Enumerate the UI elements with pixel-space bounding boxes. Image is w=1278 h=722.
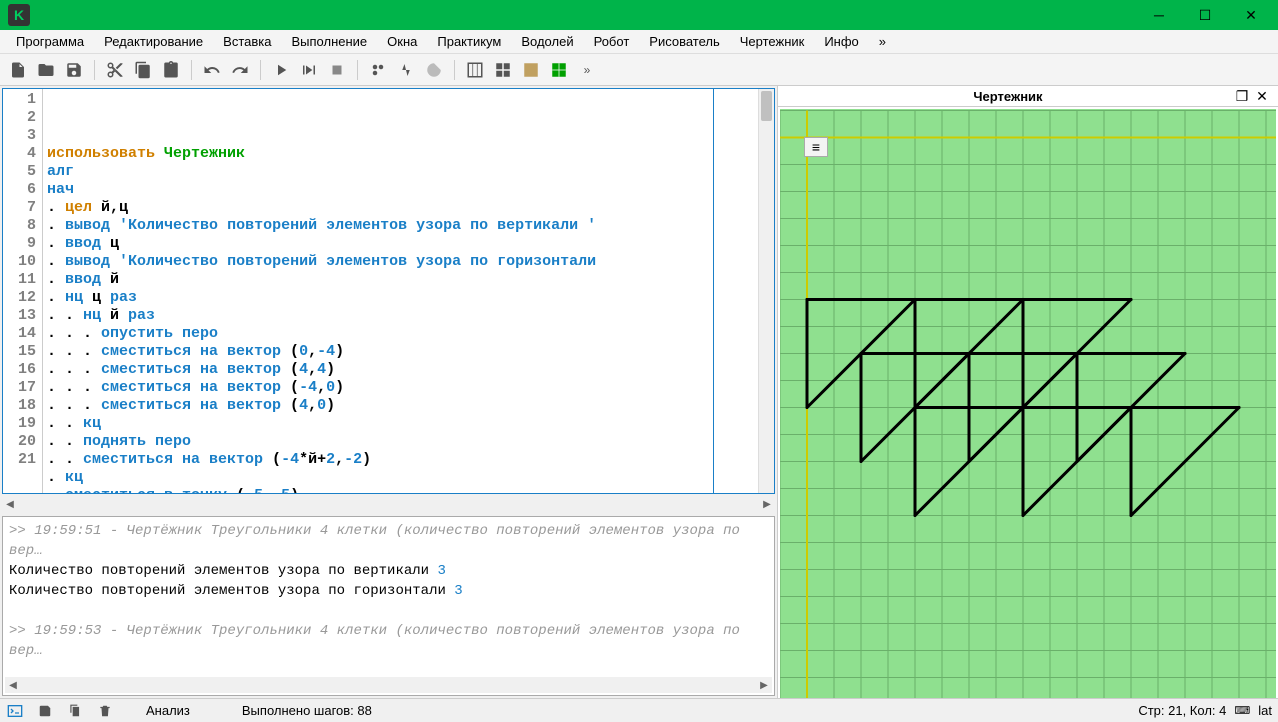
panel-title: Чертежник bbox=[784, 89, 1232, 104]
panel-close-icon[interactable]: ✕ bbox=[1252, 86, 1272, 106]
menu-item[interactable]: Выполнение bbox=[281, 31, 377, 52]
main-area: 123456789101112131415161718192021 исполь… bbox=[0, 86, 1278, 698]
code-line[interactable]: . вывод 'Количество повторений элементов… bbox=[47, 217, 754, 235]
code-line[interactable]: . . . сместиться на вектор (-4,0) bbox=[47, 379, 754, 397]
tool-b-icon[interactable] bbox=[394, 58, 418, 82]
console: >> 19:59:51 - Чертёжник Треугольники 4 к… bbox=[2, 516, 775, 696]
save-file-icon[interactable] bbox=[62, 58, 86, 82]
console-hscrollbar[interactable]: ◀ ▶ bbox=[5, 677, 772, 693]
titlebar: K ─ ☐ ✕ bbox=[0, 0, 1278, 30]
console-output-line: Количество повторений элементов узора по… bbox=[9, 561, 768, 581]
code-line[interactable]: . ввод ц bbox=[47, 235, 754, 253]
grid-a-icon[interactable] bbox=[463, 58, 487, 82]
menu-item[interactable]: Программа bbox=[6, 31, 94, 52]
panel-header: Чертежник ❐ ✕ bbox=[778, 86, 1278, 107]
console-blank bbox=[9, 601, 768, 621]
grid-d-icon[interactable] bbox=[547, 58, 571, 82]
console-log-line: >> 19:59:51 - Чертёжник Треугольники 4 к… bbox=[9, 521, 768, 561]
copy-icon[interactable] bbox=[131, 58, 155, 82]
menu-item[interactable]: Робот bbox=[584, 31, 640, 52]
menu-item[interactable]: Вставка bbox=[213, 31, 281, 52]
undo-icon[interactable] bbox=[200, 58, 224, 82]
code-line[interactable]: . . кц bbox=[47, 415, 754, 433]
code-line[interactable]: использовать Чертежник bbox=[47, 145, 754, 163]
code-line[interactable]: алг bbox=[47, 163, 754, 181]
right-pane: Чертежник ❐ ✕ ≡ bbox=[778, 86, 1278, 698]
new-file-icon[interactable] bbox=[6, 58, 30, 82]
toolbar: » bbox=[0, 54, 1278, 86]
editor-hscrollbar[interactable]: ◀ ▶ bbox=[2, 496, 775, 512]
line-gutter: 123456789101112131415161718192021 bbox=[3, 89, 43, 493]
status-cursor-pos: Стр: 21, Кол: 4 bbox=[1138, 703, 1226, 718]
status-steps: Выполнено шагов: 88 bbox=[242, 703, 372, 718]
grid-c-icon[interactable] bbox=[519, 58, 543, 82]
redo-icon[interactable] bbox=[228, 58, 252, 82]
status-console-icon[interactable] bbox=[6, 702, 24, 720]
scroll-right-icon[interactable]: ▶ bbox=[759, 499, 775, 510]
menu-item[interactable]: Рисователь bbox=[639, 31, 729, 52]
margin-line bbox=[713, 89, 714, 493]
scroll-left-icon[interactable]: ◀ bbox=[2, 499, 18, 510]
status-keyboard-icon: ⌨ bbox=[1234, 704, 1250, 717]
stop-icon[interactable] bbox=[325, 58, 349, 82]
console-output[interactable]: >> 19:59:51 - Чертёжник Треугольники 4 к… bbox=[3, 517, 774, 677]
app-icon: K bbox=[8, 4, 30, 26]
code-line[interactable]: . . сместиться на вектор (-4*й+2,-2) bbox=[47, 451, 754, 469]
console-output-line: Количество повторений элементов узора по… bbox=[9, 581, 768, 601]
menu-item[interactable]: Чертежник bbox=[730, 31, 815, 52]
maximize-button[interactable]: ☐ bbox=[1182, 0, 1228, 30]
code-line[interactable]: . . . сместиться на вектор (0,-4) bbox=[47, 343, 754, 361]
status-keyboard-layout: lat bbox=[1258, 703, 1272, 718]
scroll-right-icon[interactable]: ▶ bbox=[756, 680, 772, 691]
tool-a-icon[interactable] bbox=[366, 58, 390, 82]
drawing-canvas[interactable]: ≡ bbox=[780, 109, 1276, 698]
code-line[interactable]: . кц bbox=[47, 469, 754, 487]
tool-c-icon[interactable] bbox=[422, 58, 446, 82]
menu-item[interactable]: Инфо bbox=[814, 31, 868, 52]
menu-item[interactable]: » bbox=[869, 31, 896, 52]
code-line[interactable]: . ввод й bbox=[47, 271, 754, 289]
run-icon[interactable] bbox=[269, 58, 293, 82]
code-line[interactable]: . . . сместиться на вектор (4,4) bbox=[47, 361, 754, 379]
scroll-left-icon[interactable]: ◀ bbox=[5, 680, 21, 691]
menu-item[interactable]: Редактирование bbox=[94, 31, 213, 52]
grid-b-icon[interactable] bbox=[491, 58, 515, 82]
toolbar-more-icon[interactable]: » bbox=[575, 58, 599, 82]
menu-item[interactable]: Окна bbox=[377, 31, 427, 52]
code-line[interactable]: . . поднять перо bbox=[47, 433, 754, 451]
minimize-button[interactable]: ─ bbox=[1136, 0, 1182, 30]
status-analysis: Анализ bbox=[146, 703, 190, 718]
canvas-menu-icon[interactable]: ≡ bbox=[804, 137, 828, 157]
code-line[interactable]: . цел й,ц bbox=[47, 199, 754, 217]
step-icon[interactable] bbox=[297, 58, 321, 82]
statusbar: Анализ Выполнено шагов: 88 Стр: 21, Кол:… bbox=[0, 698, 1278, 722]
console-log-line: >> 19:59:53 - Чертёжник Треугольники 4 к… bbox=[9, 621, 768, 661]
code-line[interactable]: . вывод 'Количество повторений элементов… bbox=[47, 253, 754, 271]
status-delete-icon[interactable] bbox=[96, 702, 114, 720]
code-line[interactable]: . . . сместиться на вектор (4,0) bbox=[47, 397, 754, 415]
status-save-icon[interactable] bbox=[36, 702, 54, 720]
editor-vscrollbar[interactable] bbox=[758, 89, 774, 493]
editor-content[interactable]: использовать Чертежникалгнач. цел й,ц. в… bbox=[43, 89, 758, 493]
paste-icon[interactable] bbox=[159, 58, 183, 82]
menubar: ПрограммаРедактированиеВставкаВыполнение… bbox=[0, 30, 1278, 54]
cut-icon[interactable] bbox=[103, 58, 127, 82]
close-button[interactable]: ✕ bbox=[1228, 0, 1274, 30]
menu-item[interactable]: Практикум bbox=[427, 31, 511, 52]
code-line[interactable]: . сместиться в точку (-5,-5) bbox=[47, 487, 754, 493]
open-file-icon[interactable] bbox=[34, 58, 58, 82]
left-pane: 123456789101112131415161718192021 исполь… bbox=[0, 86, 778, 698]
code-line[interactable]: . нц ц раз bbox=[47, 289, 754, 307]
status-copy-icon[interactable] bbox=[66, 702, 84, 720]
menu-item[interactable]: Водолей bbox=[511, 31, 583, 52]
code-line[interactable]: . . нц й раз bbox=[47, 307, 754, 325]
code-line[interactable]: . . . опустить перо bbox=[47, 325, 754, 343]
panel-restore-icon[interactable]: ❐ bbox=[1232, 86, 1252, 106]
code-editor[interactable]: 123456789101112131415161718192021 исполь… bbox=[2, 88, 775, 494]
code-line[interactable]: нач bbox=[47, 181, 754, 199]
